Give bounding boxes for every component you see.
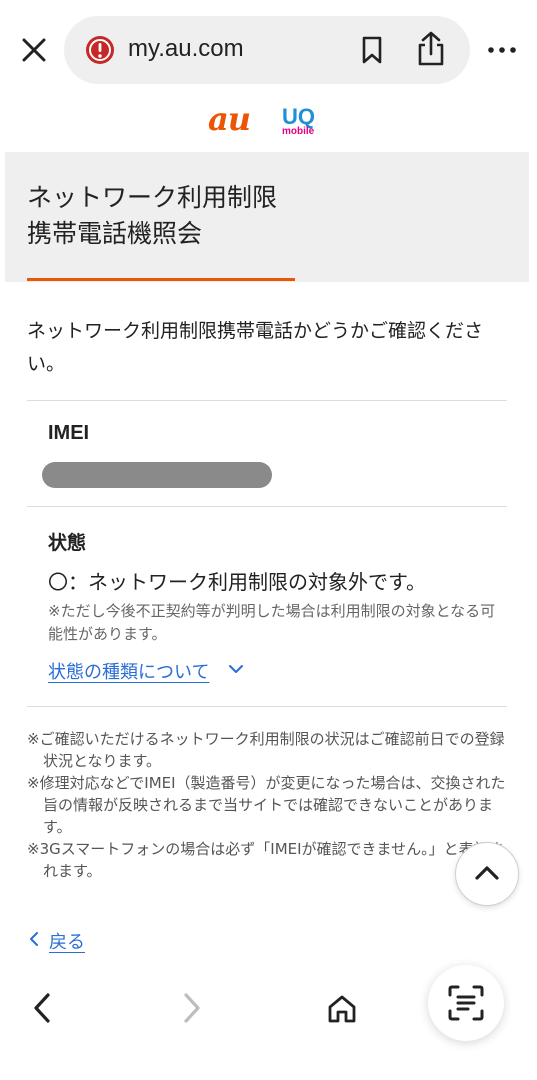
url-text[interactable]: my.au.com (128, 35, 244, 63)
back-link[interactable]: 戻る (27, 928, 85, 954)
bookmark-button[interactable] (356, 34, 388, 66)
uq-mobile-logo[interactable]: UQ mobile (280, 104, 324, 142)
browser-back-button[interactable] (28, 990, 58, 1026)
scan-text-button[interactable] (428, 965, 504, 1041)
chevron-left-icon (30, 932, 38, 946)
divider (27, 506, 507, 507)
footnote-item: ※修理対応などでIMEI（製造番号）が変更になった場合は、交換された旨の情報が反… (27, 774, 506, 836)
more-horizontal-icon (488, 47, 516, 53)
browser-bottom-bar (0, 960, 537, 1080)
status-value: 〇：ネットワーク利用制限の対象外です。 (48, 570, 426, 594)
browser-forward-button[interactable] (176, 990, 206, 1026)
divider (27, 400, 507, 401)
footnotes: ※ご確認いただけるネットワーク利用制限の状況はご確認前日での登録状況となります。… (27, 728, 507, 882)
page-title-line-2: 携帯電話機照会 (27, 219, 203, 248)
browser-home-button[interactable] (325, 992, 359, 1026)
browser-top-bar: my.au.com (0, 0, 537, 100)
address-bar[interactable]: my.au.com (64, 16, 470, 84)
scroll-to-top-button[interactable] (455, 842, 519, 906)
close-icon (22, 38, 46, 62)
close-tab-button[interactable] (16, 32, 52, 68)
brand-logos: au UQ mobile (5, 100, 529, 150)
title-accent-underline (27, 278, 295, 281)
back-link-label[interactable]: 戻る (49, 932, 85, 953)
chevron-down-icon[interactable] (227, 660, 245, 678)
footnote-item: ※3Gスマートフォンの場合は必ず「IMEIが確認できません。」と表記されます。 (27, 840, 504, 880)
chevron-left-icon (34, 993, 50, 1023)
web-page: au UQ mobile ネットワーク利用制限 携帯電話機照会 ネットワーク利用… (5, 100, 529, 1080)
uq-logo-subtext: mobile (282, 126, 315, 137)
divider (27, 706, 507, 707)
alert-circle-icon[interactable] (84, 34, 116, 66)
bookmark-icon (362, 36, 382, 64)
au-logo[interactable]: au (208, 100, 251, 138)
status-label: 状態 (48, 532, 87, 554)
scan-text-icon (448, 985, 484, 1021)
share-button[interactable] (414, 30, 448, 68)
share-icon (418, 31, 444, 66)
page-title: ネットワーク利用制限 携帯電話機照会 (27, 180, 277, 252)
chevron-up-icon (475, 866, 499, 880)
more-menu-button[interactable] (484, 36, 520, 64)
status-note: ※ただし今後不正契約等が判明した場合は利用制限の対象となる可能性があります。 (48, 602, 496, 643)
page-title-line-1: ネットワーク利用制限 (27, 183, 278, 212)
imei-label: IMEI (48, 422, 90, 444)
imei-value-redacted (42, 462, 272, 488)
intro-text: ネットワーク利用制限携帯電話かどうかご確認ください。 (27, 320, 484, 375)
footnote-item: ※ご確認いただけるネットワーク利用制限の状況はご確認前日での登録状況となります。 (27, 730, 505, 770)
status-types-link[interactable]: 状態の種類について (48, 658, 209, 684)
chevron-right-icon (184, 993, 200, 1023)
home-icon (328, 995, 356, 1023)
page-title-block: ネットワーク利用制限 携帯電話機照会 (5, 152, 529, 282)
